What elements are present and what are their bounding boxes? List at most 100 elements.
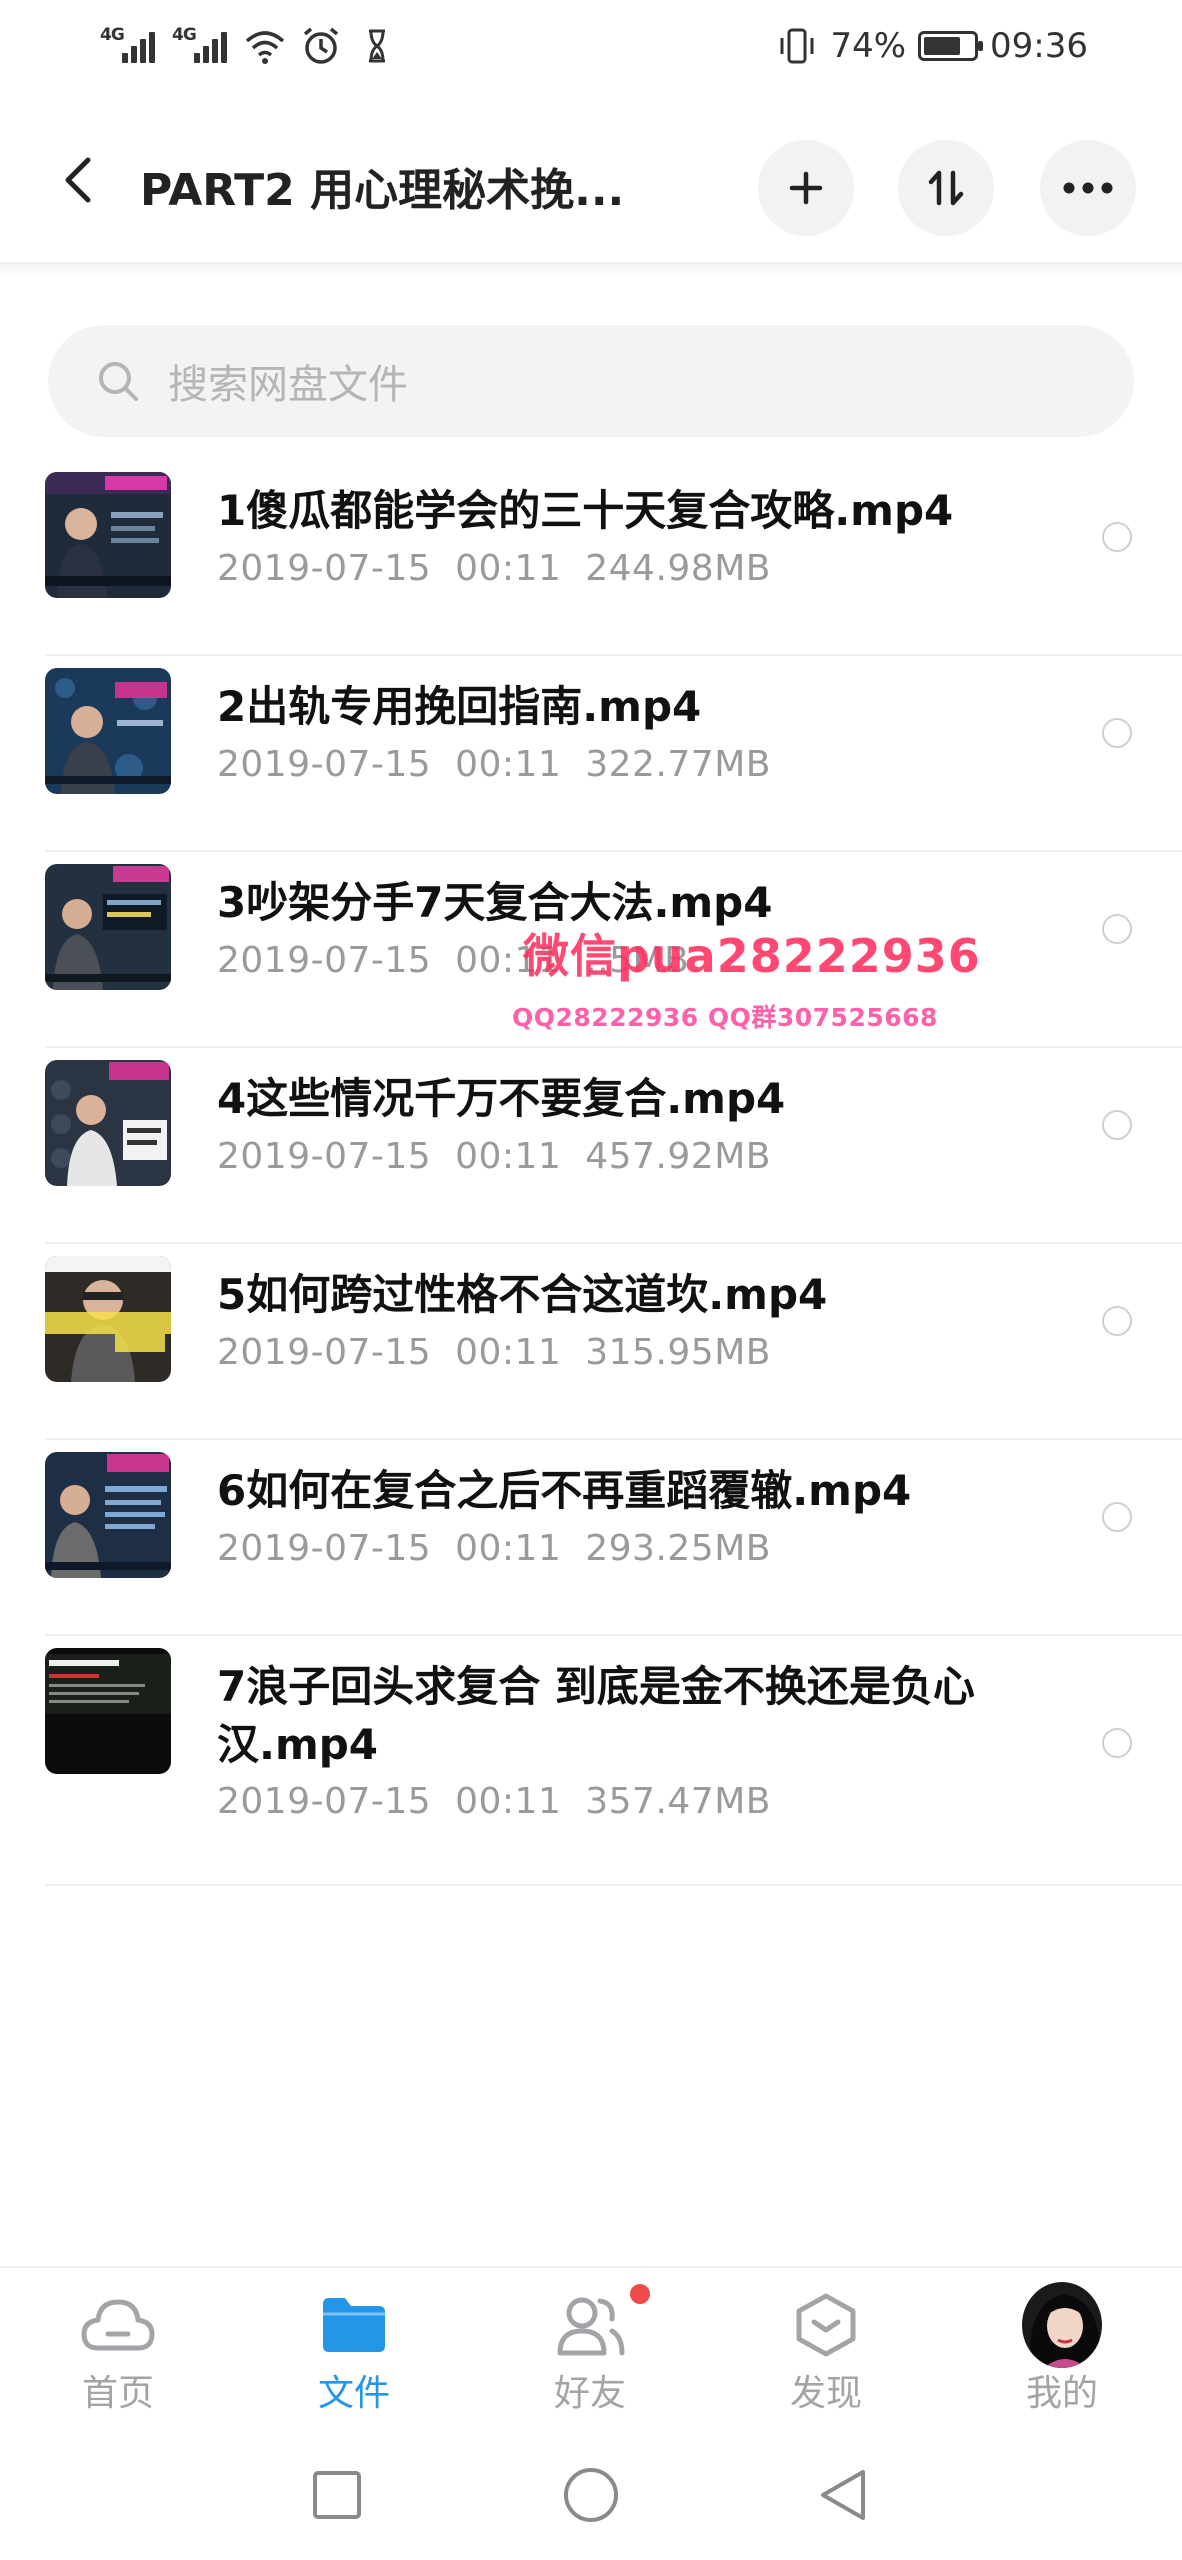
cloud-icon: [81, 2299, 155, 2351]
search-placeholder: 搜索网盘文件: [168, 362, 408, 408]
more-icon: [1063, 182, 1113, 194]
video-thumbnail: [45, 864, 171, 990]
file-date: 2019-07-15: [217, 1136, 432, 1177]
tab-friends[interactable]: 好友: [500, 2268, 680, 2418]
back-button[interactable]: [52, 150, 104, 210]
file-meta: 2019-07-15 00:11 244.98MB: [217, 548, 771, 589]
file-meta: 2019-07-15 00:11 357.47MB: [217, 1781, 771, 1822]
notification-dot: [630, 2284, 650, 2304]
row-divider: [45, 1884, 1182, 1886]
file-meta: 2019-07-15 00:11 315.95MB: [217, 1332, 771, 1373]
file-row[interactable]: 1傻瓜都能学会的三十天复合攻略.mp4 2019-07-15 00:11 244…: [0, 460, 1182, 656]
video-thumbnail: [45, 1060, 171, 1186]
select-radio[interactable]: [1102, 914, 1132, 944]
tab-label: 文件: [317, 2373, 390, 2414]
select-radio[interactable]: [1102, 1110, 1132, 1140]
discover-icon: [796, 2293, 856, 2357]
tab-me[interactable]: 我的: [972, 2268, 1152, 2418]
file-size: 293.25MB: [585, 1528, 771, 1569]
status-left-icons: 4G 4G: [100, 22, 398, 70]
system-nav-bar: [0, 2430, 1182, 2560]
recents-button[interactable]: [302, 2460, 372, 2530]
file-date: 2019-07-15: [217, 1781, 432, 1822]
file-meta: 2019-07-15 00:11 457.92MB: [217, 1136, 771, 1177]
search-input[interactable]: 搜索网盘文件: [48, 325, 1134, 437]
battery-icon: [918, 31, 984, 61]
select-radio[interactable]: [1102, 1306, 1132, 1336]
back-nav-button[interactable]: [808, 2460, 878, 2530]
bottom-tab-bar: 首页 文件 好友 发现 我的: [0, 2266, 1182, 2416]
network-type-label: 4G: [172, 25, 197, 45]
tab-label: 好友: [553, 2373, 626, 2414]
file-row[interactable]: 5如何跨过性格不合这道坎.mp4 2019-07-15 00:11 315.95…: [0, 1244, 1182, 1440]
select-radio[interactable]: [1102, 1728, 1132, 1758]
sort-icon: [928, 170, 964, 206]
vibrate-icon: [780, 28, 814, 64]
tab-files[interactable]: 文件: [264, 2268, 444, 2418]
search-icon: [99, 362, 138, 401]
file-name: 6如何在复合之后不再重蹈覆辙.mp4: [217, 1466, 912, 1515]
tab-home[interactable]: 首页: [28, 2268, 208, 2418]
sort-button[interactable]: [898, 140, 994, 236]
select-radio[interactable]: [1102, 522, 1132, 552]
wifi-icon: [245, 31, 285, 64]
file-time: 00:11: [455, 1528, 562, 1569]
file-time: 00:11: [455, 1136, 562, 1177]
file-size: 244.98MB: [585, 548, 771, 589]
file-date: 2019-07-15: [217, 744, 432, 785]
clock-time: 09:36: [990, 26, 1088, 66]
friends-icon: [557, 2297, 625, 2356]
file-time: 00:11: [455, 548, 562, 589]
signal-icon: 4G: [100, 25, 158, 67]
hourglass-icon: [369, 29, 385, 63]
add-button[interactable]: [758, 140, 854, 236]
select-radio[interactable]: [1102, 718, 1132, 748]
battery-percent: 74%: [830, 26, 907, 66]
header-divider: [0, 262, 1182, 278]
tab-discover[interactable]: 发现: [736, 2268, 916, 2418]
folder-icon: [323, 2298, 385, 2352]
watermark-text: 微信pua28222936: [523, 929, 981, 983]
tab-label: 发现: [789, 2373, 862, 2414]
home-button[interactable]: [556, 2460, 626, 2530]
plus-icon: [789, 171, 823, 205]
tab-label: 我的: [1025, 2373, 1098, 2414]
square-icon: [313, 2471, 361, 2519]
circle-icon: [564, 2468, 618, 2522]
video-thumbnail: [45, 1452, 171, 1578]
video-thumbnail: [45, 668, 171, 794]
file-date: 2019-07-15: [217, 1332, 432, 1373]
status-bar: 4G 4G 74% 09:36: [0, 0, 1182, 92]
page-title: PART2 用心理秘术挽...: [140, 165, 625, 216]
top-bar: PART2 用心理秘术挽...: [0, 110, 1182, 255]
file-row[interactable]: 4这些情况千万不要复合.mp4 2019-07-15 00:11 457.92M…: [0, 1048, 1182, 1244]
file-size: 315.95MB: [585, 1332, 771, 1373]
signal-icon: 4G: [172, 25, 230, 67]
file-name: 2出轨专用挽回指南.mp4: [217, 682, 702, 731]
avatar: [1022, 2282, 1102, 2368]
alarm-icon: [303, 27, 339, 64]
file-date: 2019-07-15: [217, 1528, 432, 1569]
file-meta: 2019-07-15 00:11 322.77MB: [217, 744, 771, 785]
network-type-label: 4G: [100, 25, 125, 45]
video-thumbnail: [45, 472, 171, 598]
file-time: 00:11: [455, 744, 562, 785]
select-radio[interactable]: [1102, 1502, 1132, 1532]
file-size: 322.77MB: [585, 744, 771, 785]
file-row[interactable]: 6如何在复合之后不再重蹈覆辙.mp4 2019-07-15 00:11 293.…: [0, 1440, 1182, 1636]
more-button[interactable]: [1040, 140, 1136, 236]
file-row[interactable]: 7浪子回头求复合 到底是金不换还是负心汉.mp4 2019-07-15 00:1…: [0, 1636, 1182, 1886]
file-size: 457.92MB: [585, 1136, 771, 1177]
file-list: 1傻瓜都能学会的三十天复合攻略.mp4 2019-07-15 00:11 244…: [0, 460, 1182, 1886]
file-date: 2019-07-15: [217, 940, 432, 981]
video-thumbnail: [45, 1648, 171, 1774]
file-name: 5如何跨过性格不合这道坎.mp4: [217, 1270, 828, 1319]
file-name: 1傻瓜都能学会的三十天复合攻略.mp4: [217, 486, 954, 535]
triangle-back-icon: [821, 2470, 865, 2520]
file-row[interactable]: 2出轨专用挽回指南.mp4 2019-07-15 00:11 322.77MB: [0, 656, 1182, 852]
chevron-left-icon: [65, 157, 91, 203]
file-time: 00:11: [455, 1332, 562, 1373]
file-date: 2019-07-15: [217, 548, 432, 589]
file-name: 7浪子回头求复合 到底是金不换还是负心汉.mp4: [217, 1662, 975, 1769]
video-thumbnail: [45, 1256, 171, 1382]
